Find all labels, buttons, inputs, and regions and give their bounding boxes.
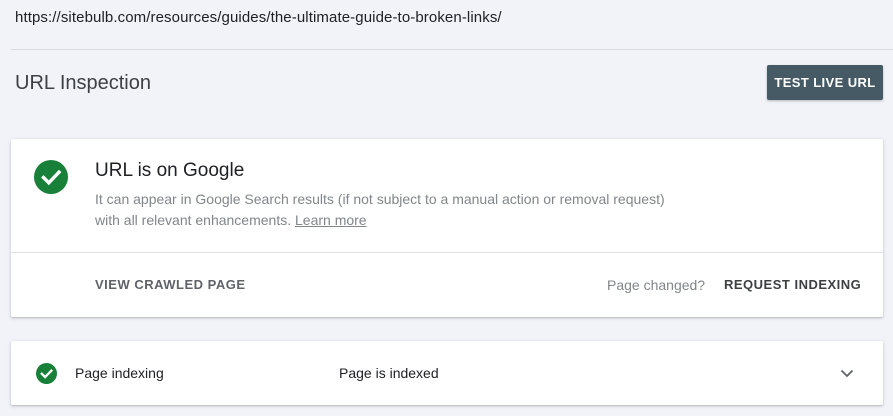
- test-live-url-button[interactable]: TEST LIVE URL: [767, 65, 883, 100]
- chevron-down-icon[interactable]: [838, 364, 856, 382]
- url-inspection-page: https://sitebulb.com/resources/guides/th…: [0, 0, 893, 416]
- request-indexing-button[interactable]: REQUEST INDEXING: [724, 277, 861, 292]
- status-description-text: It can appear in Google Search results (…: [95, 191, 665, 228]
- check-circle-icon: [34, 160, 68, 194]
- page-title: URL Inspection: [15, 72, 151, 94]
- status-title: URL is on Google: [95, 160, 245, 181]
- check-circle-icon: [36, 363, 57, 384]
- url-status-card: URL is on Google It can appear in Google…: [11, 139, 883, 317]
- view-crawled-page-button[interactable]: VIEW CRAWLED PAGE: [95, 277, 246, 292]
- card-divider: [11, 252, 883, 253]
- page-indexing-row[interactable]: Page indexing Page is indexed: [11, 341, 883, 405]
- page-indexing-status: Page is indexed: [339, 365, 439, 381]
- header-divider: [11, 49, 893, 50]
- inspected-url: https://sitebulb.com/resources/guides/th…: [15, 9, 502, 26]
- learn-more-link[interactable]: Learn more: [295, 212, 367, 228]
- page-changed-text: Page changed?: [607, 277, 706, 293]
- status-description: It can appear in Google Search results (…: [95, 189, 675, 231]
- page-indexing-label: Page indexing: [75, 365, 164, 381]
